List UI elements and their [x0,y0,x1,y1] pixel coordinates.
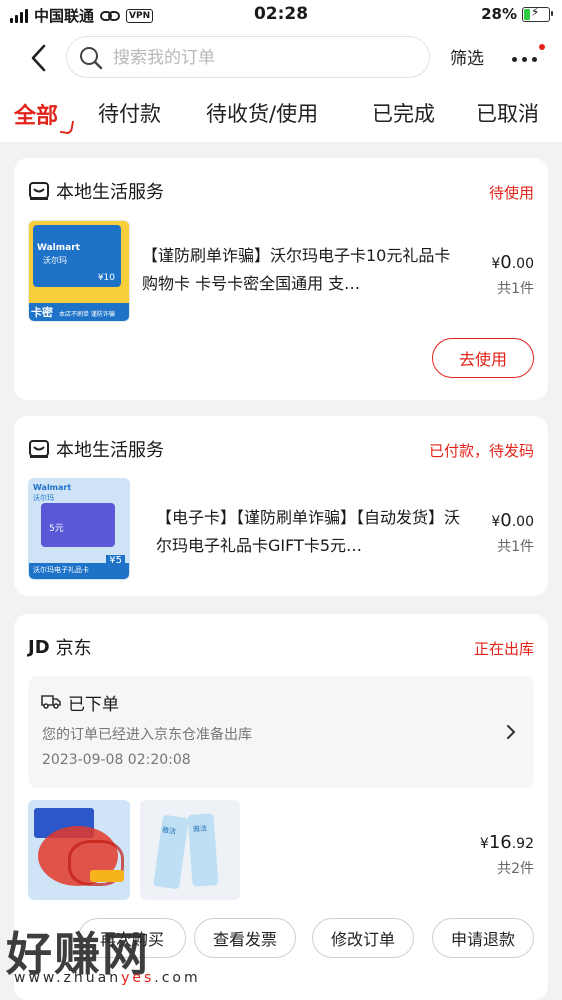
order-tabs: 全部 待付款 待收货/使用 已完成 已取消 [0,90,562,142]
card-footer: 本店不刷单 谨防诈骗 [59,311,115,318]
card-amount-big: 5元 [49,524,64,534]
status-bar: 中国联通 VPN 02:28 28% ⚡ [0,0,562,30]
status-time: 02:28 [253,4,309,24]
chevron-right-icon [507,725,515,739]
shop-name: 本地生活服务 [56,440,164,461]
card-brand-cn: 沃尔玛 [33,494,54,502]
product-brand-label: 雅洁 [161,826,177,836]
shop-name: 本地生活服务 [56,182,164,203]
request-refund-button[interactable]: 申请退款 [432,918,534,958]
card-amount: ¥10 [97,273,115,283]
search-icon [80,47,103,70]
tab-pending-receipt[interactable]: 待收货/使用 [206,98,318,128]
store-icon [29,182,49,200]
battery-percent: 28% [481,5,517,23]
logistics-time: 2023-09-08 02:20:08 [42,752,191,768]
shop-name: 京东 [55,638,92,659]
logistics-panel[interactable]: 已下单 您的订单已经进入京东仓准备出库 2023-09-08 02:20:08 [28,676,534,788]
tab-pending-payment[interactable]: 待付款 [98,98,161,128]
search-input[interactable] [111,43,415,73]
notification-dot [539,44,545,50]
header: 筛选 [0,30,562,90]
product-brand-label: 雅洁 [192,824,208,834]
order-status: 正在出库 [473,640,534,658]
order-status: 待使用 [488,184,534,202]
more-menu-button[interactable] [510,44,545,74]
filter-button[interactable]: 筛选 [450,44,484,69]
tab-cancelled[interactable]: 已取消 [476,98,539,128]
product-title[interactable]: 【谨防刷单诈骗】沃尔玛电子卡10元礼品卡 购物卡 卡号卡密全国通用 支… [142,242,468,298]
order-quantity: 共1件 [497,539,534,555]
tab-active-indicator [59,119,75,135]
order-price: ¥16.92 [479,832,534,853]
watermark-url: www.zhuanyes.com [14,970,201,986]
battery-icon: ⚡ [522,5,553,22]
jd-logo-icon: JD [28,636,50,658]
product-title[interactable]: 【电子卡】【谨防刷单诈骗】【自动发货】沃尔玛电子礼品卡GIFT卡5元… [156,504,468,560]
order-status: 已付款，待发码 [428,442,534,460]
shop-header[interactable]: 本地生活服务 [28,436,164,462]
use-button[interactable]: 去使用 [432,338,534,378]
truck-icon [41,695,61,709]
tab-completed[interactable]: 已完成 [372,98,435,128]
search-bar[interactable] [66,36,430,78]
card-badge: 卡密 [31,306,53,319]
shop-header[interactable]: 本地生活服务 [28,178,164,204]
order-quantity: 共1件 [497,281,534,297]
logistics-description: 您的订单已经进入京东仓准备出库 [42,727,252,743]
view-invoice-button[interactable]: 查看发票 [194,918,296,958]
product-image[interactable]: Walmart 沃尔玛 ¥10 卡密 本店不刷单 谨防诈骗 [28,220,130,322]
card-brand: Walmart [37,243,80,253]
back-icon[interactable] [30,44,46,72]
logistics-title: 已下单 [68,695,119,715]
product-image[interactable]: Walmart 沃尔玛 5元 沃尔玛电子礼品卡 ¥5 [28,478,130,580]
card-amount: ¥5 [106,555,125,566]
order-price: ¥0.00 [491,510,534,531]
card-brand: Walmart [33,483,72,492]
tab-all[interactable]: 全部 [14,98,58,130]
modify-order-button[interactable]: 修改订单 [312,918,414,958]
card-footer: 沃尔玛电子礼品卡 [33,566,89,574]
status-right: 28% ⚡ [481,5,553,23]
store-icon [29,440,49,458]
order-card[interactable]: 本地生活服务 待使用 Walmart 沃尔玛 ¥10 卡密 本店不刷单 谨防诈骗… [14,158,548,400]
product-image[interactable]: 雅洁 雅洁 [140,800,240,900]
order-price: ¥0.00 [491,252,534,273]
shop-header[interactable]: JD 京东 [28,634,92,660]
order-quantity: 共2件 [497,861,534,877]
card-brand-cn: 沃尔玛 [43,256,67,265]
order-card[interactable]: 本地生活服务 已付款，待发码 Walmart 沃尔玛 5元 沃尔玛电子礼品卡 ¥… [14,416,548,596]
product-image[interactable] [28,800,130,900]
